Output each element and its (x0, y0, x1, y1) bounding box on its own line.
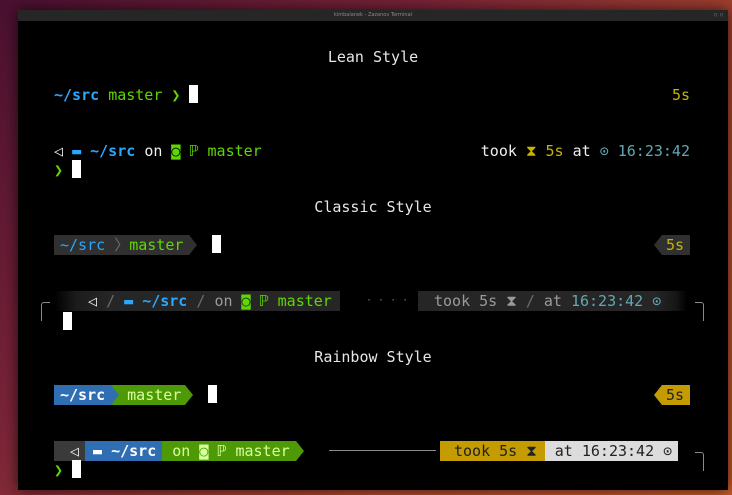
rainbow-duration: 5s (661, 385, 690, 405)
branch-icon: ℙ (259, 292, 269, 310)
rainbow-branch-segment: on ◙ ℙ master (162, 441, 296, 461)
rainbow-prompt-line-1: ~/src master 5s (18, 385, 728, 405)
clock-icon: ⊙ (652, 292, 662, 310)
separator-icon: / (196, 292, 206, 310)
at-label: at (554, 442, 573, 460)
os-icon: ◁ (54, 142, 64, 160)
classic-time: 16:23:42 (570, 292, 644, 310)
classic-heading: Classic Style (314, 198, 432, 216)
hourglass-icon: ⧗ (506, 292, 517, 310)
classic-prompt-line-3 (18, 310, 728, 330)
folder-icon: ▬ (72, 142, 82, 160)
lean-time: 16:23:42 (617, 142, 690, 160)
hourglass-icon: ⧗ (526, 442, 537, 460)
hourglass-icon: ⧗ (525, 142, 537, 160)
folder-icon: ▬ (124, 292, 134, 310)
classic-branch-2: master (277, 292, 332, 310)
window-controls[interactable]: ○ ○ (714, 12, 723, 19)
folder-icon: ▬ (93, 442, 103, 460)
lean-branch: master (108, 86, 163, 104)
terminal-window: kimbalanek - Zazanov Terminal ○ ○ Lean S… (18, 10, 728, 490)
at-label: at (543, 292, 562, 310)
cursor (72, 460, 82, 478)
title-bar: kimbalanek - Zazanov Terminal ○ ○ (18, 10, 728, 21)
rainbow-heading: Rainbow Style (314, 348, 432, 366)
lean-heading: Lean Style (327, 48, 419, 66)
lean-duration-2: 5s (545, 142, 564, 160)
segment-arrow-icon (295, 441, 304, 461)
segment-arrow-icon (653, 235, 662, 255)
rainbow-dir-segment: ▬ ~/src (85, 441, 163, 461)
terminal-content[interactable]: Lean Style ~/src master ❯ 5s ◁ ▬ ~/src o… (18, 21, 728, 490)
git-icon: ◙ (199, 442, 209, 460)
took-label: took (480, 142, 517, 160)
cursor (212, 235, 222, 253)
rainbow-duration-segment: took 5s ⧗ (440, 441, 545, 461)
os-icon: ◁ (54, 441, 86, 461)
rainbow-branch: master (119, 385, 186, 405)
on-label: on (214, 292, 233, 310)
segment-arrow-icon (189, 235, 198, 255)
segment-arrow-icon (185, 385, 194, 405)
classic-duration: 5s (661, 235, 690, 255)
clock-icon: ⊙ (599, 142, 609, 160)
lean-duration: 5s (671, 86, 690, 104)
on-label: on (172, 442, 191, 460)
segment-arrow-icon (111, 385, 120, 405)
separator-icon: / (525, 292, 535, 310)
cursor (189, 85, 199, 103)
classic-branch: master (129, 236, 184, 254)
rainbow-dir-2: ~/src (111, 442, 157, 460)
at-label: at (572, 142, 591, 160)
classic-prompt-line-2: ◁ / ▬ ~/src / on ◙ ℙ master · · · · took… (18, 291, 728, 311)
lean-branch-2: master (207, 142, 262, 160)
classic-dir-segment: ~/src 〉master (54, 235, 190, 255)
lean-prompt-line-3: ❯ (18, 160, 728, 180)
os-icon: ◁ (88, 292, 98, 310)
branch-icon: ℙ (189, 142, 199, 160)
rainbow-prompt-line-2: ◁ ▬ ~/src on ◙ ℙ master took 5s ⧗ at 16:23:… (18, 441, 728, 461)
segment-arrow-icon (653, 385, 662, 405)
lean-prompt-line-2: ◁ ▬ ~/src on ◙ ℙ master took ⧗ 5s at ⊙ 1… (18, 141, 728, 161)
rainbow-prompt-line-3: ❯ (18, 460, 728, 480)
git-icon: ◙ (241, 292, 251, 310)
rainbow-duration-2: 5s (499, 442, 518, 460)
clock-icon: ⊙ (663, 442, 673, 460)
rainbow-dir-segment: ~/src (54, 385, 112, 405)
cursor (63, 312, 72, 330)
rainbow-dir: ~/src (60, 386, 106, 404)
rainbow-time-segment: at 16:23:42 ⊙ (544, 441, 679, 461)
prompt-chevron-icon: ❯ (171, 86, 181, 104)
git-icon: ◙ (171, 142, 181, 160)
rainbow-time: 16:23:42 (581, 442, 655, 460)
classic-prompt-line-1: ~/src 〉master 5s (18, 235, 728, 255)
window-title: kimbalanek - Zazanov Terminal (333, 12, 413, 18)
lean-dir-2: ~/src (90, 142, 136, 160)
branch-icon: ℙ (217, 442, 227, 460)
separator-icon: 〉 (114, 236, 130, 254)
separator-icon: / (106, 292, 116, 310)
filler-dots: · · · · (366, 295, 409, 306)
cursor (72, 160, 82, 178)
lean-prompt-line-1: ~/src master ❯ 5s (18, 85, 728, 105)
classic-dir: ~/src (60, 236, 106, 254)
classic-duration-2: 5s (479, 292, 498, 310)
prompt-chevron-icon: ❯ (54, 461, 64, 479)
classic-dir-2: ~/src (142, 292, 188, 310)
filler-line (329, 450, 436, 451)
cursor (208, 385, 218, 403)
took-label: took (434, 292, 471, 310)
rainbow-branch-2: master (235, 442, 290, 460)
on-label: on (144, 142, 163, 160)
prompt-chevron-icon: ❯ (54, 161, 64, 179)
took-label: took (454, 442, 491, 460)
lean-dir: ~/src (54, 86, 100, 104)
